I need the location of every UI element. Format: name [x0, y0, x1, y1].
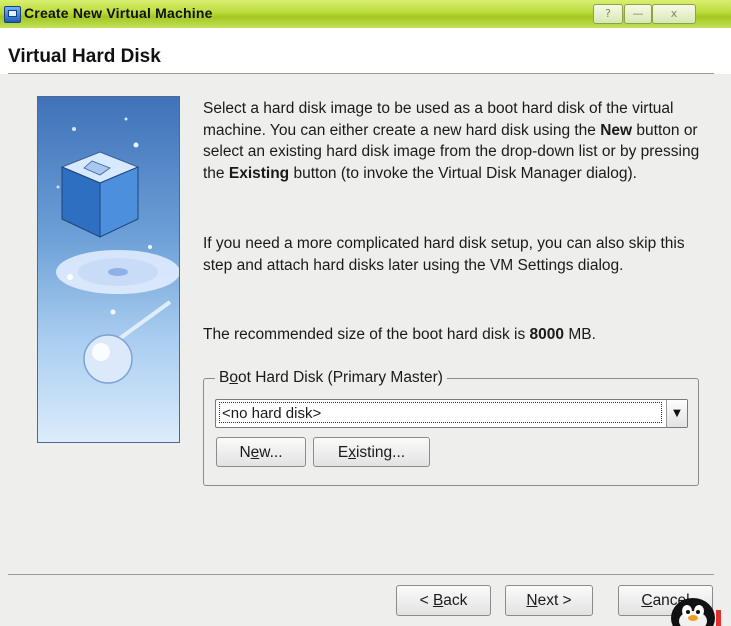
close-button[interactable]: x — [652, 4, 696, 24]
help-button[interactable]: ? — [593, 4, 623, 24]
new-disk-button[interactable]: New... — [216, 437, 306, 467]
recommended-size-value: 8000 — [529, 326, 565, 343]
dialog-window: Create New Virtual Machine ? — x Virtual… — [0, 0, 731, 626]
chevron-down-icon[interactable]: ▼ — [666, 400, 687, 427]
button-label: < — [419, 592, 433, 609]
virtualbox-cube-illustration — [56, 117, 179, 384]
minimize-button[interactable]: — — [624, 4, 652, 24]
advanced-setup-paragraph: If you need a more complicated hard disk… — [203, 235, 685, 274]
button-label: ack — [443, 592, 468, 609]
boot-hard-disk-group-title: Boot Hard Disk (Primary Master) — [215, 369, 447, 387]
virtualbox-app-icon — [4, 6, 21, 23]
group-title-text: ot Hard Disk (Primary Master) — [237, 369, 443, 386]
existing-disk-button[interactable]: Existing... — [313, 437, 430, 467]
hard-disk-combobox-value[interactable]: <no hard disk> — [219, 402, 662, 423]
group-title-text: B — [219, 369, 230, 386]
button-label: w... — [259, 444, 283, 461]
button-label: isting... — [355, 444, 406, 461]
page-title: Virtual Hard Disk — [8, 46, 161, 67]
existing-keyword: Existing — [228, 164, 290, 182]
new-keyword: New — [600, 121, 633, 139]
description-text: button (to invoke the Virtual Disk Manag… — [289, 164, 637, 182]
hard-disk-combobox[interactable]: <no hard disk> ▼ — [215, 399, 688, 428]
button-mnemonic: B — [432, 592, 444, 609]
button-mnemonic: x — [348, 444, 356, 461]
boot-hard-disk-group — [203, 378, 699, 486]
recommended-size-unit: MB. — [564, 326, 596, 343]
group-title-mnemonic: o — [229, 369, 238, 386]
button-mnemonic: C — [641, 592, 653, 609]
title-bar[interactable]: Create New Virtual Machine ? — x — [0, 0, 731, 29]
button-label: N — [239, 444, 251, 461]
page-header: Virtual Hard Disk — [0, 28, 731, 74]
header-divider — [8, 73, 714, 74]
tux-penguin-icon — [671, 598, 721, 626]
back-button[interactable]: < Back — [396, 585, 491, 616]
recommended-size-text: The recommended size of the boot hard di… — [203, 326, 530, 343]
virtualbox-logo-image — [37, 96, 180, 443]
window-title: Create New Virtual Machine — [24, 5, 213, 21]
button-mnemonic: N — [526, 592, 538, 609]
description-paragraph: Select a hard disk image to be used as a… — [203, 98, 708, 184]
footer-divider — [8, 574, 714, 575]
button-label: E — [337, 444, 349, 461]
button-label: ext > — [537, 592, 572, 609]
next-button[interactable]: Next > — [505, 585, 593, 616]
recommended-size-paragraph: The recommended size of the boot hard di… — [203, 324, 708, 346]
button-mnemonic: e — [250, 444, 260, 461]
